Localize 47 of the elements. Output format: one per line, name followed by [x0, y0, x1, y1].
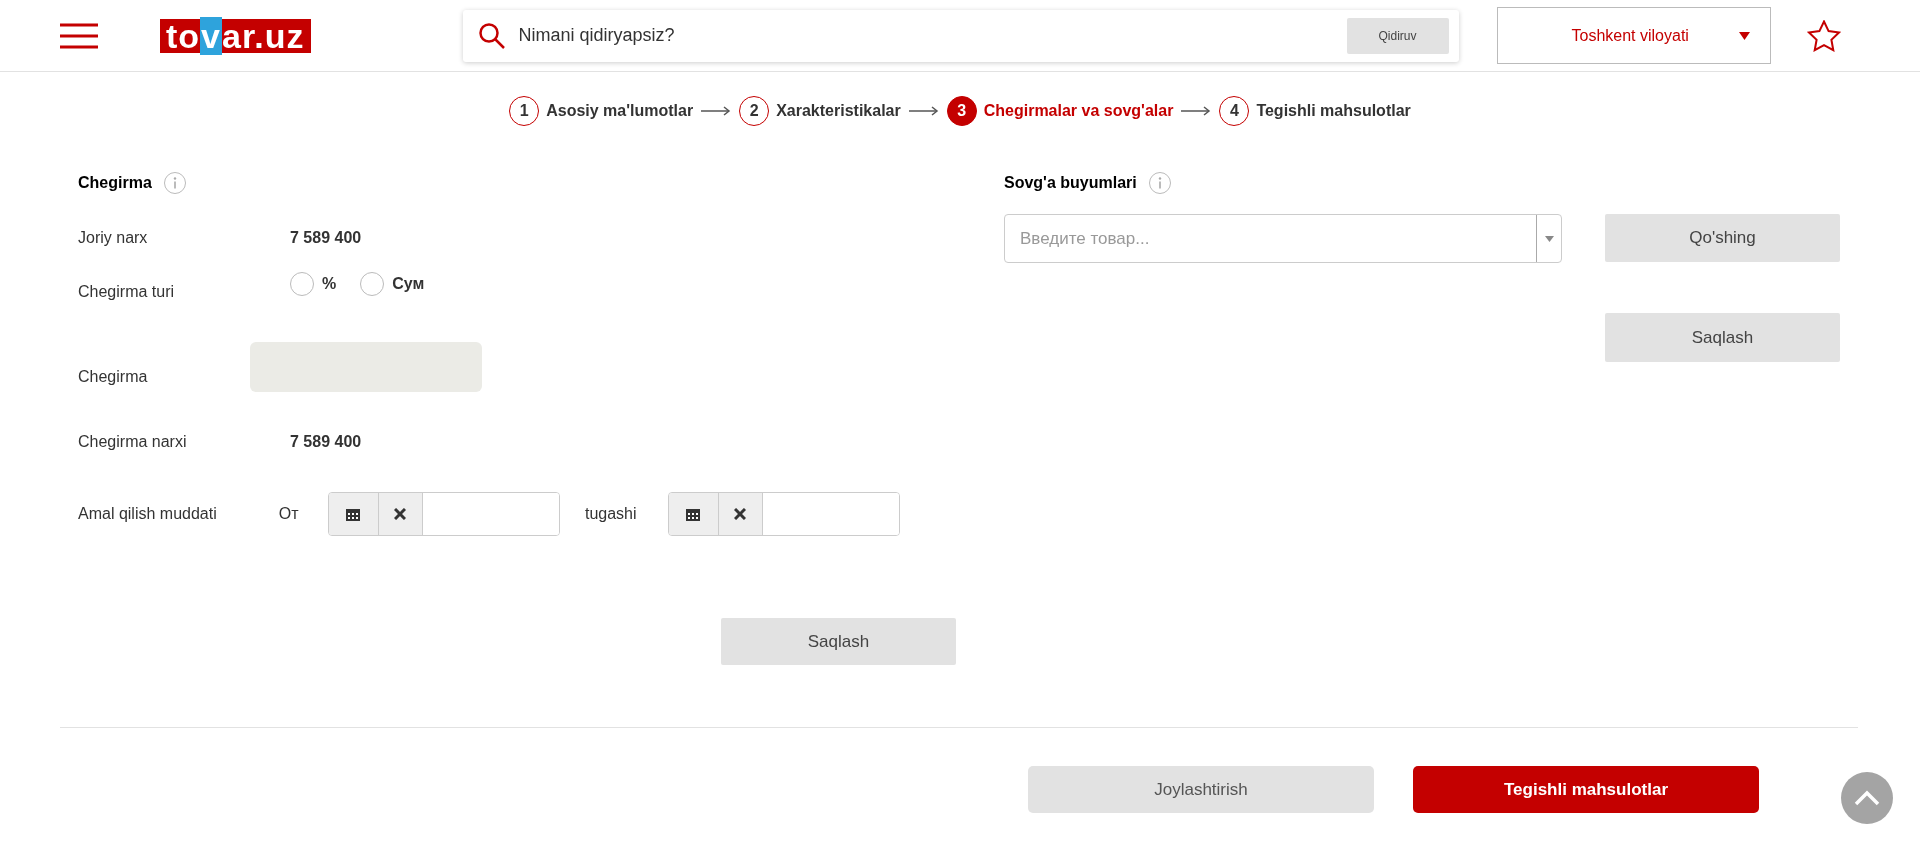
- region-dropdown[interactable]: Toshkent viloyati: [1496, 7, 1771, 64]
- clear-icon[interactable]: [394, 508, 407, 520]
- discount-field[interactable]: [250, 342, 482, 392]
- clear-icon[interactable]: [734, 508, 747, 520]
- search-field[interactable]: Nimani qidiryapsiz? Qidiruv: [462, 9, 1459, 62]
- caret-icon: [1738, 31, 1750, 40]
- radio-button[interactable]: [360, 272, 385, 296]
- arrow-icon: [908, 106, 939, 116]
- caret-icon: [1544, 235, 1554, 242]
- save-button[interactable]: Saqlash: [1605, 313, 1840, 362]
- radio-option[interactable]: %: [290, 272, 337, 304]
- next-button[interactable]: Tegishli mahsulotlar: [1413, 766, 1759, 813]
- save-button[interactable]: Saqlash: [721, 618, 956, 665]
- field-label: Chegirma: [78, 367, 149, 387]
- arrow-icon: [701, 106, 732, 116]
- menu-icon[interactable]: [60, 22, 98, 49]
- add-button[interactable]: Qo'shing: [1605, 214, 1840, 262]
- price-value: 7 589 400: [290, 228, 362, 248]
- field-label: Joriy narx: [78, 228, 149, 248]
- field-label: Chegirma narxi: [78, 432, 188, 452]
- star-icon[interactable]: [1806, 19, 1841, 52]
- field-label: От: [278, 504, 300, 524]
- field-label: Chegirma turi: [78, 282, 176, 302]
- section-title: Chegirma: [78, 173, 152, 193]
- date-picker[interactable]: [327, 492, 560, 536]
- date-picker[interactable]: [667, 492, 900, 536]
- field-label: Amal qilish muddati: [78, 504, 218, 524]
- arrow-icon: [1181, 106, 1212, 116]
- field-label: tugashi: [583, 504, 638, 524]
- calendar-icon[interactable]: [346, 507, 361, 521]
- step-label[interactable]: Asosiy ma'lumotlar: [546, 99, 694, 123]
- scroll-top-button[interactable]: [1841, 772, 1893, 824]
- calendar-icon[interactable]: [686, 507, 701, 521]
- radio-button[interactable]: [290, 272, 314, 296]
- radio-option[interactable]: Сум: [360, 272, 425, 304]
- site-logo[interactable]: tovar.uz: [160, 18, 311, 53]
- search-button[interactable]: Qidiruv: [1346, 17, 1449, 54]
- step-number: 3: [946, 96, 977, 126]
- step-label[interactable]: Chegirmalar va sovg'alar: [983, 99, 1174, 123]
- step-label[interactable]: Xarakteristikalar: [776, 99, 901, 123]
- price-value: 7 589 400: [290, 432, 362, 452]
- step-label[interactable]: Tegishli mahsulotlar: [1256, 99, 1411, 123]
- chevron-up-icon: [1854, 790, 1880, 806]
- search-icon: [478, 22, 505, 49]
- product-select[interactable]: Введите товар...: [1004, 214, 1562, 263]
- publish-button[interactable]: Joylashtirish: [1028, 766, 1374, 813]
- section-title: Sovg'a buyumlari: [1004, 173, 1137, 193]
